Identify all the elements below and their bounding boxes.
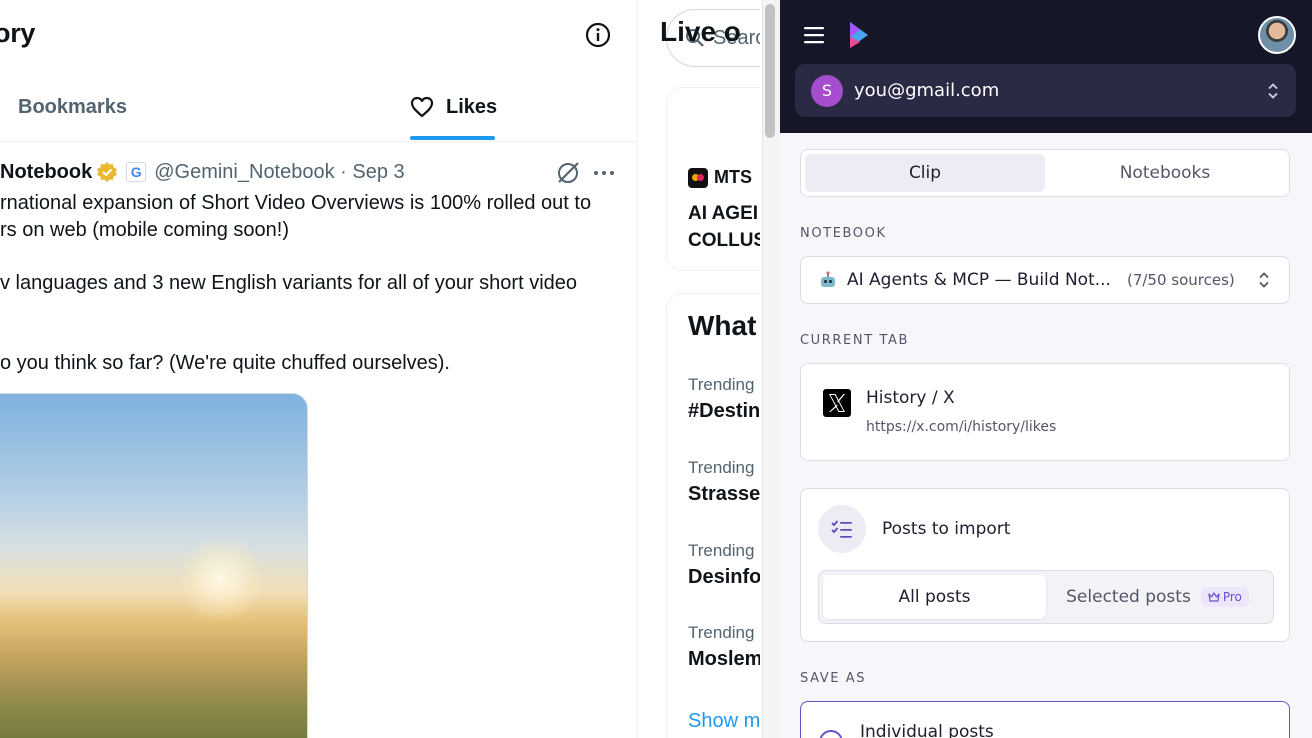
verified-badge-icon: [97, 162, 118, 182]
x-timeline-column: ory Bookmarks Likes Notebook G @Gemini_N…: [0, 0, 638, 738]
avatar[interactable]: [1258, 16, 1296, 54]
extension-header: S you@gmail.com: [780, 0, 1312, 133]
trend-name[interactable]: Moslem: [688, 648, 760, 671]
account-selector[interactable]: S you@gmail.com: [795, 64, 1296, 117]
save-option-individual-posts[interactable]: Individual posts: [800, 701, 1290, 738]
grok-icon[interactable]: [555, 160, 581, 186]
chevron-up-down-icon: [1259, 272, 1269, 288]
tab-bookmarks[interactable]: Bookmarks: [0, 92, 127, 122]
x-right-sidebar: Searc Live o MTS AI AGEI COLLUS What Tre…: [638, 0, 760, 738]
sun-glow: [176, 534, 266, 624]
chevron-up-down-icon: [1268, 82, 1278, 99]
extension-panel: S you@gmail.com Clip Notebooks NOTEBOOK …: [780, 0, 1312, 738]
tweet-text-line: rs on web (mobile coming soon!): [0, 219, 290, 241]
page-title: ory: [0, 18, 36, 48]
live-source-name: MTS: [714, 167, 752, 187]
account-initial-avatar: S: [811, 74, 843, 107]
active-tab-indicator: [410, 136, 495, 140]
app-logo-icon: [850, 22, 868, 48]
notebook-section-label: NOTEBOOK: [800, 226, 887, 241]
hamburger-menu-icon[interactable]: [804, 26, 824, 44]
robot-emoji-icon: [821, 271, 835, 287]
selected-posts-option[interactable]: Selected posts Pro: [1046, 575, 1269, 619]
posts-to-import-card: Posts to import All posts Selected posts…: [800, 488, 1290, 642]
live-headline-line[interactable]: COLLUS: [688, 230, 760, 252]
more-options-icon[interactable]: [592, 163, 616, 183]
radio-button[interactable]: [819, 730, 843, 738]
heart-icon: [410, 96, 434, 118]
trend-name[interactable]: Desinfo: [688, 566, 760, 589]
post-scope-switcher: All posts Selected posts Pro: [818, 570, 1274, 624]
whats-happening-card: [666, 293, 760, 738]
save-option-label: Individual posts: [860, 722, 994, 738]
mts-logo-icon: [688, 167, 708, 188]
tab-notebooks[interactable]: Notebooks: [1045, 154, 1285, 192]
tweet-media-image[interactable]: [0, 393, 308, 738]
current-tab-title: History / X: [866, 388, 955, 408]
bookmark-icon: [0, 96, 4, 118]
notebook-source-count: (7/50 sources): [1126, 271, 1235, 289]
current-tab-section-label: CURRENT TAB: [800, 333, 910, 348]
divider: [0, 141, 637, 142]
crown-icon: [1208, 592, 1220, 602]
tab-likes[interactable]: Likes: [410, 92, 497, 122]
show-more-link[interactable]: Show m: [688, 710, 760, 733]
trend-label: Trending: [688, 375, 755, 394]
x-logo-icon: [823, 389, 851, 417]
save-as-section-label: SAVE AS: [800, 671, 867, 686]
account-email: you@gmail.com: [854, 80, 1000, 101]
trend-label: Trending: [688, 623, 755, 642]
notebook-title: AI Agents & MCP — Build Not...: [847, 270, 1111, 290]
tweet-text-line: rnational expansion of Short Video Overv…: [0, 192, 592, 214]
trend-name[interactable]: #Destin: [688, 400, 760, 423]
live-source[interactable]: MTS: [688, 167, 752, 188]
tweet-text-line: v languages and 3 new English variants f…: [0, 272, 578, 294]
mode-switcher: Clip Notebooks: [800, 149, 1290, 197]
selected-posts-label: Selected posts: [1066, 587, 1191, 607]
scrollbar-thumb[interactable]: [765, 4, 775, 138]
trend-label: Trending: [688, 541, 755, 560]
all-posts-option[interactable]: All posts: [823, 575, 1046, 619]
trend-label: Trending: [688, 458, 755, 477]
tweet-handle-date[interactable]: @Gemini_Notebook · Sep 3: [154, 161, 404, 184]
info-icon[interactable]: [584, 21, 612, 49]
google-affiliate-icon[interactable]: G: [126, 162, 147, 182]
pro-badge-label: Pro: [1222, 590, 1242, 604]
tweet-author-name[interactable]: Notebook: [0, 161, 92, 184]
tab-clip[interactable]: Clip: [805, 154, 1045, 192]
posts-to-import-title: Posts to import: [882, 519, 1011, 539]
current-tab-card: History / X https://x.com/i/history/like…: [800, 363, 1290, 461]
notebook-select[interactable]: AI Agents & MCP — Build Not... (7/50 sou…: [800, 256, 1290, 304]
whats-happening-title: What: [688, 310, 757, 341]
tab-likes-label: Likes: [446, 95, 498, 118]
current-tab-url: https://x.com/i/history/likes: [866, 419, 1057, 435]
trend-name[interactable]: Strasse: [688, 483, 760, 506]
live-card-title: Live o: [660, 16, 741, 47]
live-headline-line[interactable]: AI AGEI: [688, 203, 758, 225]
tab-bookmarks-label: Bookmarks: [18, 95, 127, 118]
tweet-header: Notebook G @Gemini_Notebook · Sep 3: [0, 158, 405, 186]
checklist-icon: [818, 505, 866, 553]
pro-badge: Pro: [1200, 587, 1249, 607]
tweet-text-line: o you think so far? (We're quite chuffed…: [0, 352, 450, 374]
